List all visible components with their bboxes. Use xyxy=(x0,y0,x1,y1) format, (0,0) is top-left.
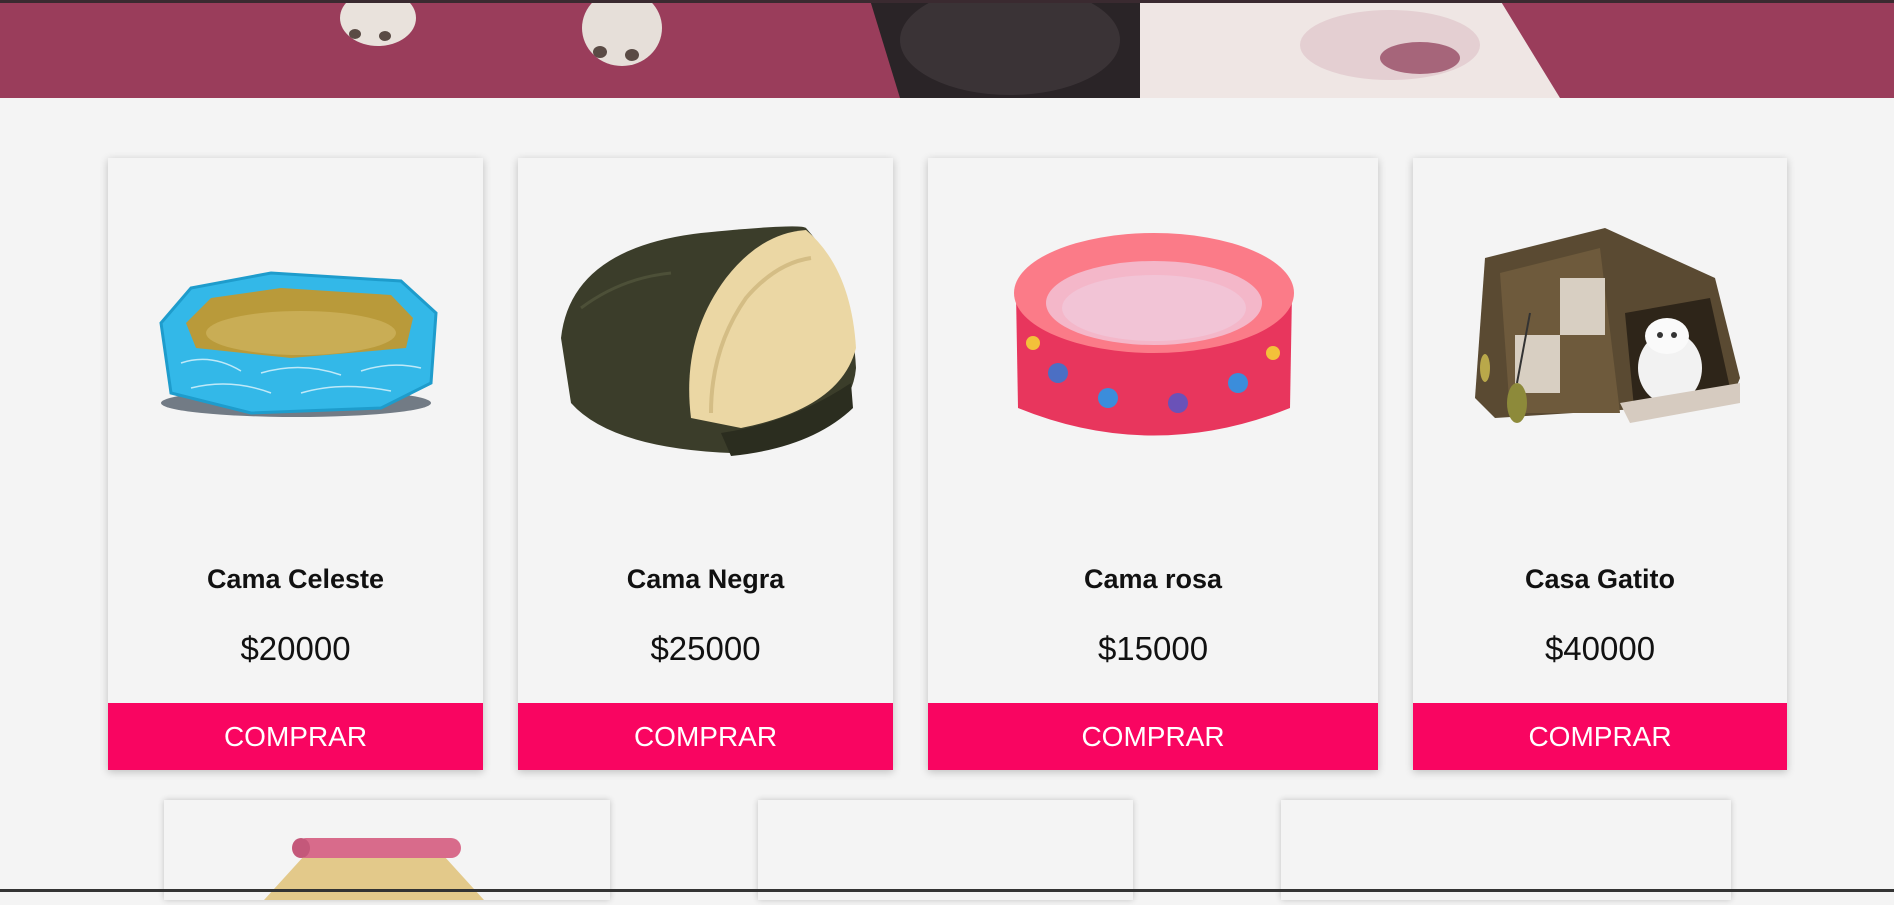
product-card xyxy=(758,800,1133,900)
black-cave-pet-bed-icon xyxy=(560,226,856,456)
product-name: Cama rosa xyxy=(1083,564,1223,594)
product-image xyxy=(1413,213,1787,463)
product-name: Cama Negra xyxy=(626,564,785,594)
cat-house-icon xyxy=(1475,228,1740,423)
product-card: Casa Gatito $40000 COMPRAR xyxy=(1413,158,1787,770)
pink-pet-bed-icon xyxy=(1014,233,1294,436)
product-price: $25000 xyxy=(650,630,761,667)
product-grid: Cama Celeste $20000 COMPRAR Cama Negra $… xyxy=(0,0,1894,900)
product-card xyxy=(164,800,610,900)
buy-button[interactable]: COMPRAR xyxy=(108,703,483,770)
product-image xyxy=(518,213,893,463)
product-price: $40000 xyxy=(1544,630,1656,667)
product-image xyxy=(928,213,1378,463)
product-name: Cama Celeste xyxy=(206,564,385,594)
product-card xyxy=(1281,800,1731,900)
buy-button[interactable]: COMPRAR xyxy=(1413,703,1787,770)
wooden-dog-house-icon xyxy=(264,838,484,900)
product-card: Cama Celeste $20000 COMPRAR xyxy=(108,158,483,770)
product-card: Cama rosa $15000 COMPRAR xyxy=(928,158,1378,770)
product-card: Cama Negra $25000 COMPRAR xyxy=(518,158,893,770)
buy-button[interactable]: COMPRAR xyxy=(518,703,893,770)
buy-button[interactable]: COMPRAR xyxy=(928,703,1378,770)
product-price: $15000 xyxy=(1097,630,1209,667)
blue-pet-bed-icon xyxy=(158,271,438,417)
product-price: $20000 xyxy=(240,630,351,667)
product-name: Casa Gatito xyxy=(1524,564,1676,594)
product-image xyxy=(108,213,483,463)
